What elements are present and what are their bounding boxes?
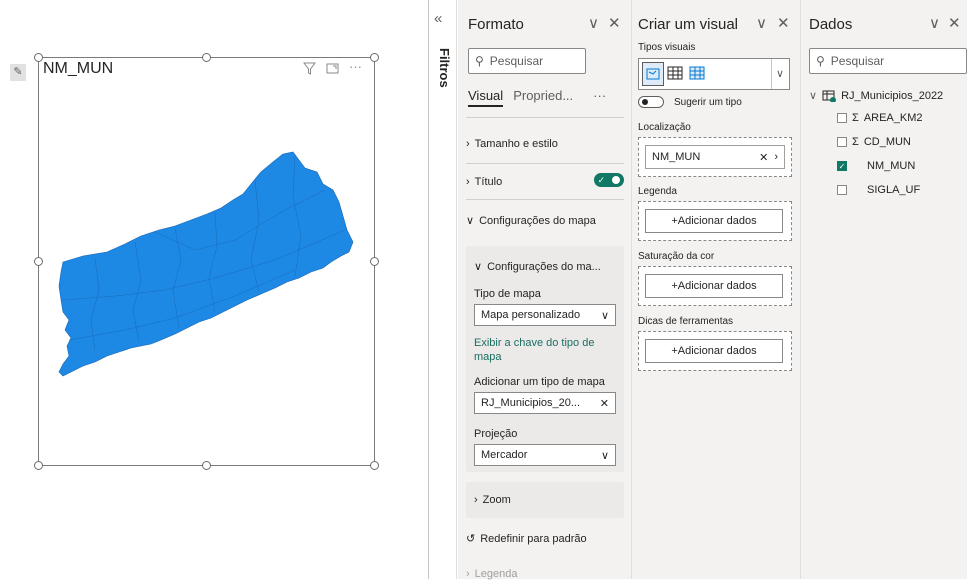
show-map-type-key-link[interactable]: Exibir a chave do tipo de mapa <box>474 336 616 364</box>
field-item[interactable]: ✓ NM_MUN <box>837 160 915 172</box>
table-icon <box>822 90 837 102</box>
tab-visual[interactable]: Visual <box>468 88 504 107</box>
add-data-button[interactable]: +Adicionar dados <box>645 274 783 298</box>
collapse-panes-icon[interactable]: « <box>434 10 442 27</box>
close-icon[interactable]: ✕ <box>777 14 790 32</box>
title-toggle[interactable]: ✓ <box>594 173 624 187</box>
data-pane: Dados ∨ ✕ ⚲ Pesquisar ∨ RJ_Municipios_20… <box>801 0 967 579</box>
reset-default-button[interactable]: ↺ Redefinir para padrão <box>466 532 624 546</box>
location-field-pill[interactable]: NM_MUN ✕ › <box>645 145 785 169</box>
chevron-down-icon[interactable]: ∨ <box>776 67 784 80</box>
color-saturation-label: Saturação da cor <box>638 251 715 262</box>
chevron-down-icon[interactable]: ∨ <box>588 14 599 32</box>
table-node[interactable]: ∨ RJ_Municipios_2022 <box>809 89 943 103</box>
tooltips-label: Dicas de ferramentas <box>638 316 734 327</box>
legend-label: Legenda <box>638 186 677 197</box>
filled-map-visual-icon[interactable] <box>642 62 664 86</box>
chevron-down-icon: ∨ <box>600 309 609 322</box>
chevron-down-icon: ∨ <box>474 261 483 273</box>
tab-properties[interactable]: Propried... <box>513 88 573 107</box>
map-type-dropdown[interactable]: Mapa personalizado ∨ <box>474 304 616 326</box>
more-options-icon[interactable]: ··· <box>349 60 362 75</box>
tab-more-icon[interactable]: ··· <box>593 88 606 107</box>
filters-label[interactable]: Filtros <box>437 48 452 88</box>
location-label: Localização <box>638 122 691 133</box>
chevron-down-icon[interactable]: ∨ <box>756 14 767 32</box>
zoom-card[interactable]: › Zoom <box>466 482 624 518</box>
close-icon[interactable]: ✕ <box>948 14 961 32</box>
format-pane-title: Formato <box>468 16 524 33</box>
map-settings-card: ∨ Configurações do ma... Tipo de mapa Ma… <box>466 246 624 472</box>
add-data-button[interactable]: +Adicionar dados <box>645 209 783 233</box>
reset-icon: ↺ <box>466 533 476 545</box>
rio-de-janeiro-map[interactable] <box>55 150 360 390</box>
visual-title: NM_MUN <box>43 60 114 77</box>
map-type-label: Tipo de mapa <box>474 288 541 300</box>
suggest-type-toggle[interactable] <box>638 96 664 108</box>
visual-types-gallery: ∨ <box>638 58 790 90</box>
chevron-down-icon: ∨ <box>809 90 818 102</box>
add-data-button[interactable]: +Adicionar dados <box>645 339 783 363</box>
tooltips-well[interactable]: +Adicionar dados <box>638 331 792 371</box>
search-icon: ⚲ <box>475 54 484 68</box>
focus-mode-icon[interactable] <box>326 62 339 75</box>
chevron-right-icon: › <box>466 176 470 188</box>
chevron-down-icon[interactable]: ∨ <box>929 14 940 32</box>
map-type-file-field[interactable]: RJ_Municipios_20... ✕ <box>474 392 616 414</box>
resize-handle[interactable] <box>202 461 211 470</box>
section-map-settings[interactable]: ∨ Configurações do mapa <box>466 214 624 228</box>
color-saturation-well[interactable]: +Adicionar dados <box>638 266 792 306</box>
chevron-right-icon: › <box>474 494 478 506</box>
matrix-visual-icon[interactable] <box>689 65 705 81</box>
field-checkbox-checked[interactable]: ✓ <box>837 161 847 171</box>
field-item[interactable]: Σ AREA_KM2 <box>837 112 923 124</box>
build-visual-pane: Criar um visual ∨ ✕ Tipos visuais ∨ Suge… <box>632 0 801 579</box>
resize-handle[interactable] <box>370 461 379 470</box>
field-item[interactable]: SIGLA_UF <box>837 184 920 196</box>
chevron-down-icon: ∨ <box>466 215 475 227</box>
section-size-style[interactable]: › Tamanho e estilo <box>466 138 624 150</box>
resize-handle[interactable] <box>34 461 43 470</box>
suggest-type-label: Sugerir um tipo <box>674 97 742 108</box>
resize-handle[interactable] <box>202 53 211 62</box>
field-checkbox[interactable] <box>837 113 847 123</box>
format-search-input[interactable]: ⚲ Pesquisar <box>468 48 586 74</box>
legend-well[interactable]: +Adicionar dados <box>638 201 792 241</box>
resize-handle[interactable] <box>34 257 43 266</box>
chevron-down-icon: ∨ <box>600 449 609 462</box>
build-pane-title: Criar um visual <box>638 16 739 33</box>
filter-icon[interactable] <box>303 62 316 75</box>
sigma-icon: Σ <box>852 136 859 148</box>
remove-icon[interactable]: ✕ <box>759 151 768 164</box>
field-checkbox[interactable] <box>837 185 847 195</box>
remove-icon[interactable]: ✕ <box>600 397 609 410</box>
data-pane-title: Dados <box>809 16 853 33</box>
close-icon[interactable]: ✕ <box>608 14 621 32</box>
format-pane: Formato ∨ ✕ ⚲ Pesquisar Visual Propried.… <box>458 0 632 580</box>
state-shape <box>58 151 354 377</box>
table-visual-icon[interactable] <box>667 65 683 81</box>
resize-handle[interactable] <box>370 53 379 62</box>
chevron-right-icon: › <box>466 568 470 580</box>
field-item[interactable]: Σ CD_MUN <box>837 136 911 148</box>
projection-dropdown[interactable]: Mercador ∨ <box>474 444 616 466</box>
edit-icon[interactable]: ✎ <box>10 64 26 81</box>
sigma-icon: Σ <box>852 112 859 124</box>
projection-label: Projeção <box>474 428 518 440</box>
add-map-type-label: Adicionar um tipo de mapa <box>474 376 605 388</box>
location-well[interactable]: NM_MUN ✕ › <box>638 137 792 177</box>
field-checkbox[interactable] <box>837 137 847 147</box>
resize-handle[interactable] <box>34 53 43 62</box>
zoom-label: Zoom <box>482 494 511 506</box>
card-map-settings-header[interactable]: ∨ Configurações do ma... <box>474 260 619 274</box>
visual-types-label: Tipos visuais <box>638 42 696 53</box>
section-legend[interactable]: › Legenda <box>466 568 624 580</box>
filters-pane-collapsed[interactable]: « Filtros <box>428 0 457 579</box>
data-search-input[interactable]: ⚲ Pesquisar <box>809 48 967 74</box>
resize-handle[interactable] <box>370 257 379 266</box>
chevron-right-icon[interactable]: › <box>774 151 778 164</box>
search-icon: ⚲ <box>816 54 825 68</box>
chevron-right-icon: › <box>466 138 470 150</box>
report-canvas[interactable]: ✎ NM_MUN ··· <box>0 0 428 579</box>
